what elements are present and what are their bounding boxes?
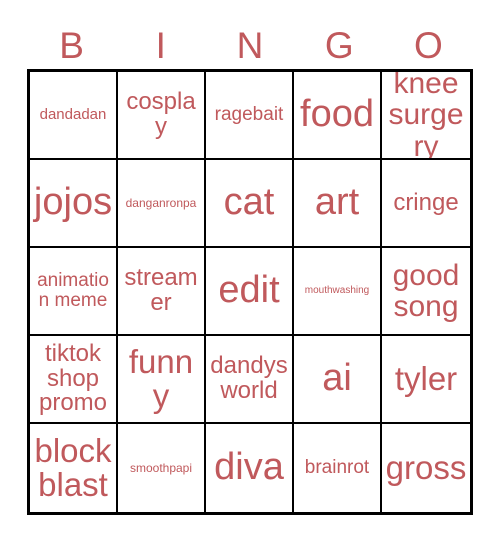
bingo-cell[interactable]: tiktok shop promo bbox=[30, 336, 118, 424]
bingo-cell-label: cosplay bbox=[126, 88, 196, 140]
bingo-cell-label: cat bbox=[223, 181, 275, 224]
bingo-cell-label: streamer bbox=[124, 264, 198, 316]
bingo-cell[interactable]: ai bbox=[294, 336, 382, 424]
bingo-header-letters: B I N G O bbox=[27, 14, 473, 66]
bingo-cell-label: smoothpapi bbox=[129, 460, 193, 475]
bingo-cell[interactable]: dandadan bbox=[30, 72, 118, 160]
bingo-header-letter-b: B bbox=[59, 25, 84, 66]
bingo-header-letter-i: I bbox=[155, 25, 166, 66]
bingo-cell[interactable]: jojos bbox=[30, 160, 118, 248]
bingo-cell[interactable]: edit bbox=[206, 248, 294, 336]
bingo-cell[interactable]: cat bbox=[206, 160, 294, 248]
bingo-cell[interactable]: funny bbox=[118, 336, 206, 424]
bingo-grid: dandadan cosplay ragebait food knee surgery j… bbox=[27, 69, 473, 515]
bingo-cell[interactable]: cosplay bbox=[118, 72, 206, 160]
bingo-cell-label: cringe bbox=[393, 188, 459, 216]
bingo-header-letter-o: O bbox=[414, 25, 443, 66]
bingo-cell[interactable]: cringe bbox=[382, 160, 470, 248]
bingo-cell-label: gross bbox=[385, 448, 467, 486]
bingo-cell[interactable]: art bbox=[294, 160, 382, 248]
bingo-cell[interactable]: knee surgery bbox=[382, 72, 470, 160]
bingo-cell[interactable]: animation meme bbox=[30, 248, 118, 336]
bingo-cell[interactable]: tyler bbox=[382, 336, 470, 424]
bingo-cell[interactable]: smoothpapi bbox=[118, 424, 206, 512]
bingo-cell[interactable]: diva bbox=[206, 424, 294, 512]
bingo-cell-label: food bbox=[300, 93, 374, 136]
bingo-cell-label: brainrot bbox=[304, 457, 370, 479]
bingo-cell-label: ragebait bbox=[214, 104, 284, 126]
bingo-cell-label: dandadan bbox=[39, 106, 107, 124]
bingo-cell-label: ai bbox=[322, 357, 352, 400]
bingo-cell-label: knee surgery bbox=[388, 72, 464, 160]
bingo-cell-label: mouthwashing bbox=[304, 284, 370, 296]
bingo-cell[interactable]: food bbox=[294, 72, 382, 160]
bingo-cell[interactable]: dandys world bbox=[206, 336, 294, 424]
bingo-cell[interactable]: streamer bbox=[118, 248, 206, 336]
bingo-cell-label: art bbox=[314, 181, 360, 224]
bingo-cell[interactable]: ragebait bbox=[206, 72, 294, 160]
bingo-header-letter-g: G bbox=[324, 25, 354, 66]
bingo-cell[interactable]: good song bbox=[382, 248, 470, 336]
bingo-cell-label: funny bbox=[128, 342, 194, 414]
bingo-cell[interactable]: mouthwashing bbox=[294, 248, 382, 336]
bingo-cell[interactable]: block blast bbox=[30, 424, 118, 512]
bingo-cell-label: edit bbox=[218, 269, 280, 312]
bingo-cell-label: animation meme bbox=[37, 270, 109, 311]
bingo-cell-label: block blast bbox=[34, 431, 112, 503]
bingo-card: B I N G O dandadan cosplay ragebait food kne… bbox=[0, 0, 501, 544]
bingo-cell[interactable]: brainrot bbox=[294, 424, 382, 512]
bingo-header-letter-n: N bbox=[236, 25, 264, 66]
bingo-cell-label: tyler bbox=[394, 359, 458, 397]
bingo-cell-label: good song bbox=[392, 258, 460, 323]
bingo-cell-label: tiktok shop promo bbox=[38, 339, 108, 417]
bingo-cell[interactable]: gross bbox=[382, 424, 470, 512]
bingo-cell[interactable]: danganronpa bbox=[118, 160, 206, 248]
bingo-cell-label: jojos bbox=[33, 181, 113, 224]
bingo-cell-label: diva bbox=[214, 446, 284, 489]
bingo-cell-label: dandys world bbox=[210, 352, 288, 404]
bingo-cell-label: danganronpa bbox=[125, 195, 197, 210]
